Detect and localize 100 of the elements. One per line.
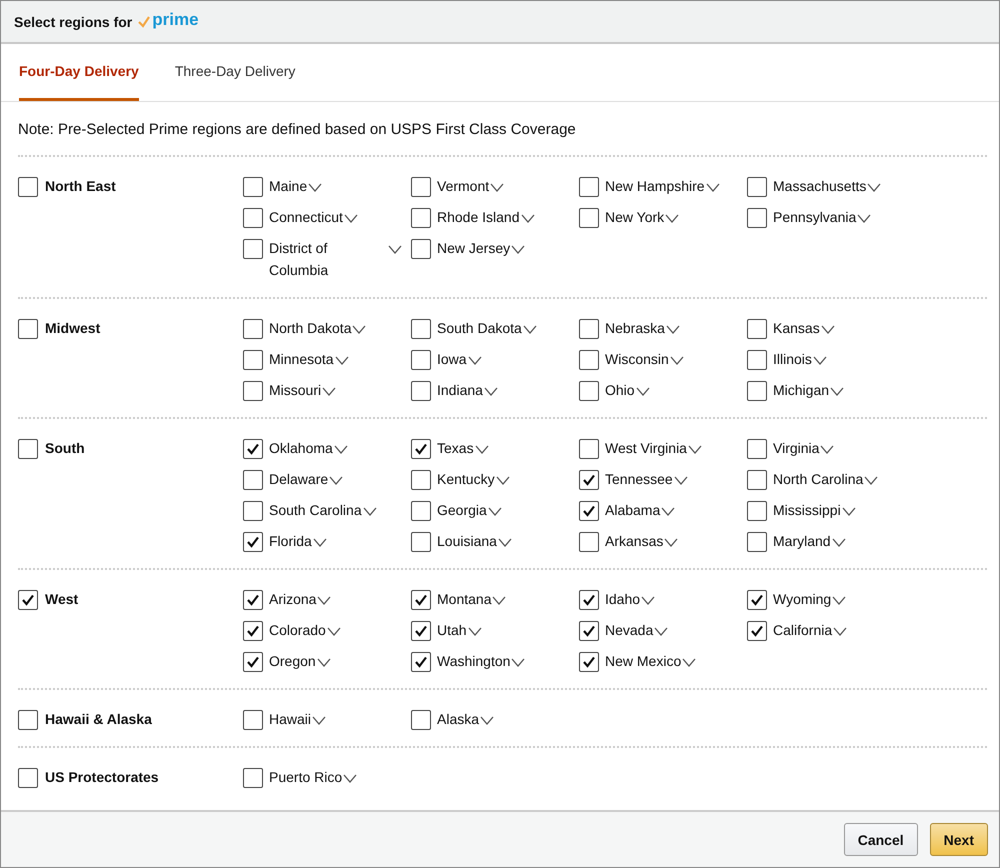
checkbox[interactable] bbox=[747, 208, 767, 228]
chevron-down-icon[interactable] bbox=[706, 183, 720, 192]
checkbox[interactable] bbox=[243, 710, 263, 730]
chevron-down-icon[interactable] bbox=[674, 476, 688, 485]
checkbox[interactable] bbox=[579, 590, 599, 610]
checkbox[interactable] bbox=[579, 439, 599, 459]
checkbox[interactable] bbox=[411, 652, 431, 672]
checkbox[interactable] bbox=[243, 381, 263, 401]
checkbox[interactable] bbox=[747, 501, 767, 521]
checkbox[interactable] bbox=[411, 208, 431, 228]
chevron-down-icon[interactable] bbox=[317, 596, 332, 605]
chevron-down-icon[interactable] bbox=[312, 716, 326, 725]
chevron-down-icon[interactable] bbox=[484, 387, 498, 396]
checkbox[interactable] bbox=[18, 177, 38, 197]
chevron-down-icon[interactable] bbox=[492, 596, 506, 605]
chevron-down-icon[interactable] bbox=[664, 538, 678, 547]
chevron-down-icon[interactable] bbox=[480, 716, 494, 725]
chevron-down-icon[interactable] bbox=[833, 627, 848, 636]
checkbox[interactable] bbox=[747, 177, 767, 197]
chevron-down-icon[interactable] bbox=[511, 245, 526, 254]
chevron-down-icon[interactable] bbox=[654, 627, 668, 636]
checkbox[interactable] bbox=[579, 652, 599, 672]
checkbox[interactable] bbox=[18, 590, 38, 610]
checkbox[interactable] bbox=[411, 532, 431, 552]
checkbox[interactable] bbox=[579, 350, 599, 370]
checkbox[interactable] bbox=[579, 381, 599, 401]
checkbox[interactable] bbox=[243, 768, 263, 788]
chevron-down-icon[interactable] bbox=[488, 507, 502, 516]
checkbox[interactable] bbox=[579, 501, 599, 521]
chevron-down-icon[interactable] bbox=[362, 507, 377, 516]
chevron-down-icon[interactable] bbox=[496, 476, 510, 485]
checkbox[interactable] bbox=[411, 319, 431, 339]
checkbox[interactable] bbox=[243, 652, 263, 672]
chevron-down-icon[interactable] bbox=[312, 538, 327, 547]
chevron-down-icon[interactable] bbox=[522, 325, 537, 334]
chevron-down-icon[interactable] bbox=[326, 627, 341, 636]
checkbox[interactable] bbox=[411, 621, 431, 641]
chevron-down-icon[interactable] bbox=[308, 183, 322, 192]
checkbox[interactable] bbox=[411, 590, 431, 610]
checkbox[interactable] bbox=[579, 177, 599, 197]
chevron-down-icon[interactable] bbox=[474, 445, 489, 454]
checkbox[interactable] bbox=[579, 319, 599, 339]
chevron-down-icon[interactable] bbox=[682, 658, 696, 667]
checkbox[interactable] bbox=[579, 470, 599, 490]
checkbox[interactable] bbox=[243, 439, 263, 459]
checkbox[interactable] bbox=[411, 501, 431, 521]
checkbox[interactable] bbox=[411, 470, 431, 490]
chevron-down-icon[interactable] bbox=[641, 596, 656, 605]
chevron-down-icon[interactable] bbox=[820, 445, 834, 454]
checkbox[interactable] bbox=[747, 621, 767, 641]
chevron-down-icon[interactable] bbox=[867, 183, 882, 192]
chevron-down-icon[interactable] bbox=[498, 538, 512, 547]
chevron-down-icon[interactable] bbox=[857, 214, 872, 223]
checkbox[interactable] bbox=[18, 768, 38, 788]
chevron-down-icon[interactable] bbox=[670, 356, 684, 365]
chevron-down-icon[interactable] bbox=[329, 476, 344, 485]
chevron-down-icon[interactable] bbox=[688, 445, 702, 454]
checkbox[interactable] bbox=[411, 239, 431, 259]
chevron-down-icon[interactable] bbox=[316, 658, 331, 667]
checkbox[interactable] bbox=[579, 208, 599, 228]
chevron-down-icon[interactable] bbox=[468, 356, 482, 365]
tab[interactable]: Three-Day Delivery bbox=[174, 44, 296, 101]
checkbox[interactable] bbox=[747, 590, 767, 610]
chevron-down-icon[interactable] bbox=[322, 387, 336, 396]
checkbox[interactable] bbox=[411, 350, 431, 370]
checkbox[interactable] bbox=[411, 177, 431, 197]
tab[interactable]: Four-Day Delivery bbox=[19, 44, 139, 101]
checkbox[interactable] bbox=[747, 470, 767, 490]
checkbox[interactable] bbox=[579, 621, 599, 641]
chevron-down-icon[interactable] bbox=[344, 214, 358, 223]
chevron-down-icon[interactable] bbox=[636, 387, 650, 396]
chevron-down-icon[interactable] bbox=[511, 658, 526, 667]
checkbox[interactable] bbox=[747, 350, 767, 370]
checkbox[interactable] bbox=[243, 470, 263, 490]
chevron-down-icon[interactable] bbox=[334, 445, 348, 454]
checkbox[interactable] bbox=[747, 319, 767, 339]
cancel-button[interactable]: Cancel bbox=[844, 823, 918, 856]
checkbox[interactable] bbox=[243, 501, 263, 521]
checkbox[interactable] bbox=[411, 439, 431, 459]
checkbox[interactable] bbox=[747, 532, 767, 552]
checkbox[interactable] bbox=[243, 177, 263, 197]
checkbox[interactable] bbox=[18, 439, 38, 459]
chevron-down-icon[interactable] bbox=[842, 507, 856, 516]
checkbox[interactable] bbox=[411, 381, 431, 401]
checkbox[interactable] bbox=[747, 439, 767, 459]
checkbox[interactable] bbox=[243, 319, 263, 339]
chevron-down-icon[interactable] bbox=[820, 325, 835, 334]
checkbox[interactable] bbox=[243, 532, 263, 552]
checkbox[interactable] bbox=[243, 350, 263, 370]
chevron-down-icon[interactable] bbox=[352, 325, 366, 334]
checkbox[interactable] bbox=[579, 532, 599, 552]
chevron-down-icon[interactable] bbox=[864, 476, 878, 485]
checkbox[interactable] bbox=[411, 710, 431, 730]
chevron-down-icon[interactable] bbox=[388, 245, 402, 254]
checkbox[interactable] bbox=[18, 319, 38, 339]
checkbox[interactable] bbox=[18, 710, 38, 730]
checkbox[interactable] bbox=[747, 381, 767, 401]
chevron-down-icon[interactable] bbox=[665, 214, 680, 223]
chevron-down-icon[interactable] bbox=[468, 627, 482, 636]
chevron-down-icon[interactable] bbox=[666, 325, 680, 334]
